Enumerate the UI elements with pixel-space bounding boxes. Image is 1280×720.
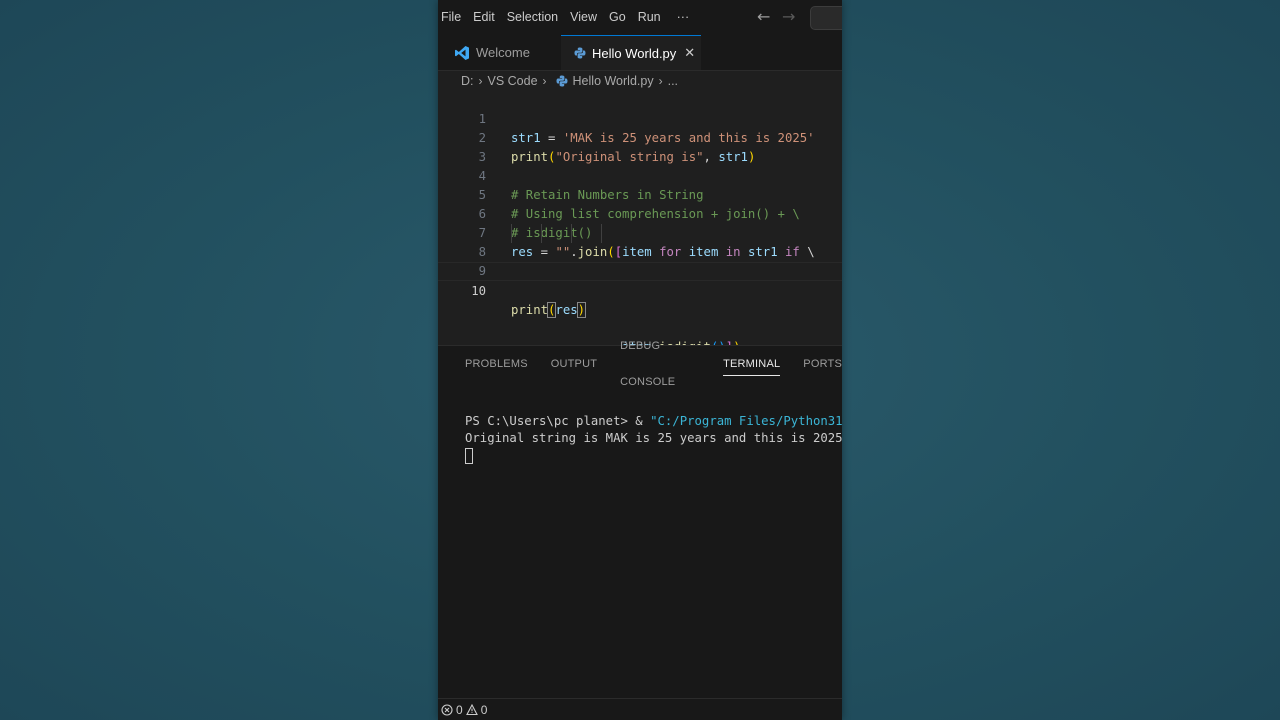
tab-output[interactable]: OUTPUT: [551, 346, 597, 382]
breadcrumb-folder[interactable]: VS Code: [488, 74, 538, 88]
code-editor[interactable]: 1 str1 = 'MAK is 25 years and this is 20…: [438, 91, 842, 354]
code-line[interactable]: 9: [438, 243, 842, 278]
code-line[interactable]: 7 res = "".join([item for item in str1 i…: [438, 205, 842, 259]
code-line[interactable]: 1 str1 = 'MAK is 25 years and this is 20…: [438, 91, 842, 145]
menu-edit[interactable]: Edit: [467, 0, 501, 35]
chevron-right-icon: ›: [542, 74, 547, 88]
tab-terminal[interactable]: TERMINAL: [723, 346, 781, 382]
indent-guide: [601, 224, 602, 243]
indent-guide: [511, 224, 512, 243]
code-line[interactable]: 2 print("Original string is", str1): [438, 110, 842, 164]
error-icon: [441, 704, 453, 716]
chevron-right-icon: ›: [478, 74, 483, 88]
tab-debug-console[interactable]: DEBUG CONSOLE: [620, 328, 700, 400]
panel-tab-bar: PROBLEMS OUTPUT DEBUG CONSOLE TERMINAL P…: [438, 340, 842, 388]
command-center-search[interactable]: [810, 6, 842, 30]
tab-hello-world[interactable]: Hello World.py ✕: [561, 35, 701, 70]
python-icon: [574, 47, 586, 59]
line-number: 10: [471, 284, 486, 298]
terminal-output-line: Original string is MAK is 25 years and t…: [465, 431, 842, 445]
editor-tab-bar: Welcome Hello World.py ✕: [438, 35, 842, 71]
code-line[interactable]: 6 # isdigit(): [438, 186, 842, 240]
breadcrumb-drive[interactable]: D:: [461, 74, 474, 88]
tab-welcome[interactable]: Welcome: [438, 35, 561, 70]
bottom-panel: PROBLEMS OUTPUT DEBUG CONSOLE TERMINAL P…: [438, 340, 842, 701]
menu-view[interactable]: View: [564, 0, 603, 35]
chevron-right-icon: ›: [658, 74, 663, 88]
tab-hello-world-label: Hello World.py: [592, 45, 677, 61]
code-line[interactable]: 8 item.isdigit()]): [438, 224, 842, 354]
terminal-prompt: PS C:\Users\pc planet> &: [465, 414, 651, 428]
breadcrumb-more[interactable]: ...: [668, 74, 678, 88]
menu-more[interactable]: ···: [667, 0, 696, 35]
menu-file[interactable]: File: [438, 0, 467, 35]
terminal-command-line: PS C:\Users\pc planet> & "C:/Program Fil…: [465, 413, 842, 430]
code-line[interactable]: 5 # Using list comprehension + join() + …: [438, 167, 842, 221]
status-bar: 0 0: [438, 698, 842, 720]
tab-welcome-label: Welcome: [476, 45, 530, 60]
menu-run[interactable]: Run: [632, 0, 667, 35]
error-count[interactable]: 0: [456, 703, 463, 717]
close-icon[interactable]: ✕: [684, 45, 695, 61]
menu-bar: File Edit Selection View Go Run ··· ← →: [438, 0, 842, 35]
terminal-command-path: "C:/Program Files/Python311/pyt: [650, 414, 842, 428]
terminal[interactable]: PS C:\Users\pc planet> & "C:/Program Fil…: [465, 396, 842, 498]
indent-guide: [541, 224, 542, 243]
code-line[interactable]: 4 # Retain Numbers in String: [438, 148, 842, 202]
token: ): [576, 302, 587, 318]
forward-arrow-icon[interactable]: →: [782, 7, 795, 26]
breadcrumb: D: › VS Code › Hello World.py › ...: [438, 70, 842, 92]
code-line[interactable]: 3: [438, 129, 842, 164]
breadcrumb-file[interactable]: Hello World.py: [573, 74, 654, 88]
back-arrow-icon[interactable]: ←: [757, 7, 770, 26]
token: res: [555, 303, 578, 317]
menu-selection[interactable]: Selection: [501, 0, 564, 35]
vscode-icon: [455, 45, 469, 60]
python-icon: [556, 75, 568, 87]
warning-count[interactable]: 0: [481, 703, 488, 717]
tab-problems[interactable]: PROBLEMS: [465, 346, 528, 382]
code-line-active[interactable]: 10 print(res): [438, 262, 842, 318]
menu-go[interactable]: Go: [603, 0, 632, 35]
tab-ports[interactable]: PORTS: [803, 346, 842, 382]
warning-icon: [465, 704, 478, 716]
vscode-window: File Edit Selection View Go Run ··· ← → …: [438, 0, 842, 720]
indent-guide: [571, 224, 572, 243]
terminal-cursor: [465, 447, 473, 464]
token: print: [511, 303, 549, 317]
